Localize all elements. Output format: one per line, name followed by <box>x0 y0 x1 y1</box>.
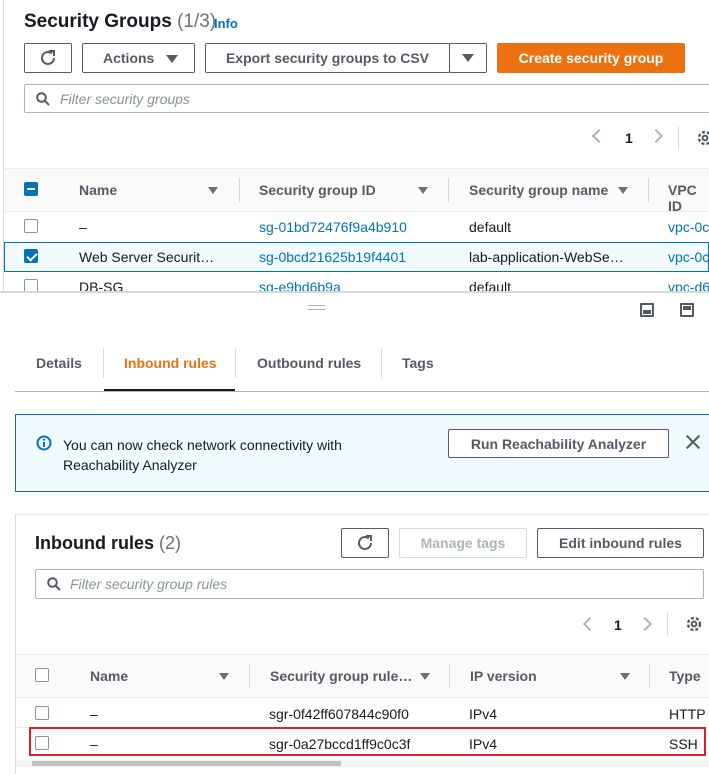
edit-inbound-rules-button[interactable]: Edit inbound rules <box>537 528 704 558</box>
export-label: Export security groups to CSV <box>225 50 430 66</box>
sort-icon[interactable] <box>418 187 428 194</box>
split-panel-divider[interactable] <box>0 291 709 293</box>
column-header-name[interactable]: Name <box>79 182 117 198</box>
banner-line-2: Reachability Analyzer <box>63 457 197 473</box>
table-row[interactable]: – sgr-0f42ff607844c90f0 IPv4 HTTP <box>16 698 709 728</box>
refresh-icon <box>41 50 55 65</box>
cell-sg-name: default <box>469 219 512 235</box>
horizontal-scrollbar[interactable] <box>16 760 709 767</box>
cell-vpc-link[interactable]: vpc-0c <box>668 219 709 235</box>
scrollbar-thumb[interactable] <box>32 761 341 766</box>
info-circle-icon <box>36 435 52 451</box>
column-header-sg-id[interactable]: Security group ID <box>259 182 376 198</box>
refresh-button[interactable] <box>24 43 72 73</box>
column-header-vpc[interactable]: VPC ID <box>668 182 709 214</box>
info-banner: You can now check network connectivity w… <box>15 414 709 492</box>
run-reachability-analyzer-button[interactable]: Run Reachability Analyzer <box>448 429 669 458</box>
table-row[interactable]: DB-SG sg-e9bd6b9a default vpc-d6 <box>4 272 709 292</box>
settings-gear-icon[interactable] <box>685 615 703 633</box>
highlight-box <box>29 727 706 756</box>
inbound-rules-heading: Inbound rules (2) <box>35 533 181 554</box>
selection-count: (1/3) <box>177 11 217 32</box>
table-row-selected[interactable]: Web Server Securit… sg-0bcd21625b19f4401… <box>4 242 709 272</box>
page-number[interactable]: 1 <box>614 617 622 633</box>
banner-message: You can now check network connectivity w… <box>63 435 342 475</box>
cell-ip-version: IPv4 <box>469 706 498 722</box>
column-header-ip-version[interactable]: IP version <box>470 668 537 684</box>
row-checkbox[interactable] <box>35 706 49 720</box>
rules-search[interactable]: Filter security group rules <box>35 569 704 599</box>
security-group-search[interactable]: Filter security groups <box>24 84 709 113</box>
export-csv-button[interactable]: Export security groups to CSV <box>205 43 450 73</box>
search-placeholder: Filter security groups <box>60 91 190 107</box>
cell-name: Web Server Securit… <box>79 249 215 265</box>
refresh-rules-button[interactable] <box>341 528 389 558</box>
search-icon <box>47 577 61 591</box>
caret-down-icon <box>166 55 178 63</box>
select-all-checkbox[interactable] <box>35 668 49 682</box>
create-security-group-button[interactable]: Create security group <box>497 43 685 73</box>
row-checkbox[interactable] <box>24 249 38 263</box>
search-icon <box>36 92 50 106</box>
info-link[interactable]: Info <box>214 16 238 31</box>
column-header-type[interactable]: Type <box>669 668 701 684</box>
run-reachability-label: Run Reachability Analyzer <box>470 435 647 452</box>
split-bottom-icon[interactable] <box>640 303 654 317</box>
cell-sg-id-link[interactable]: sg-01bd72476f9a4b910 <box>259 219 407 235</box>
sort-icon[interactable] <box>219 673 229 680</box>
sort-icon[interactable] <box>618 187 628 194</box>
sort-icon[interactable] <box>420 673 430 680</box>
actions-dropdown[interactable]: Actions <box>82 43 195 73</box>
inbound-count: (2) <box>159 533 182 553</box>
settings-gear-icon[interactable] <box>696 129 709 147</box>
edit-inbound-label: Edit inbound rules <box>559 535 682 551</box>
create-label: Create security group <box>518 50 664 66</box>
search-placeholder: Filter security group rules <box>70 576 228 592</box>
page-title-text: Security Groups <box>24 11 172 32</box>
cell-name: – <box>90 706 98 722</box>
banner-line-1: You can now check network connectivity w… <box>63 437 342 453</box>
drag-handle-icon[interactable] <box>308 305 325 310</box>
column-header-name[interactable]: Name <box>90 668 128 684</box>
sort-icon[interactable] <box>208 187 218 194</box>
column-header-rule-id[interactable]: Security group rule… <box>270 668 412 684</box>
export-dropdown-toggle[interactable] <box>449 43 487 73</box>
table-row[interactable]: – sg-01bd72476f9a4b910 default vpc-0c <box>4 212 709 242</box>
page-title: Security Groups (1/3) <box>24 11 216 33</box>
caret-down-icon <box>462 54 474 62</box>
cell-sg-name: lab-application-WebSe… <box>469 249 624 265</box>
sort-icon[interactable] <box>620 673 630 680</box>
cell-sg-id-link[interactable]: sg-0bcd21625b19f4401 <box>259 249 406 265</box>
cell-name: – <box>79 219 87 235</box>
row-checkbox[interactable] <box>24 219 38 233</box>
cell-vpc-link[interactable]: vpc-0c <box>668 249 709 265</box>
split-side-icon[interactable] <box>680 303 694 317</box>
manage-tags-button[interactable]: Manage tags <box>399 528 527 558</box>
inbound-title: Inbound rules <box>35 533 154 553</box>
actions-label: Actions <box>103 50 155 66</box>
tab-inbound-rules[interactable]: Inbound rules <box>124 355 217 371</box>
tab-tags[interactable]: Tags <box>402 355 434 371</box>
close-icon[interactable] <box>685 434 701 450</box>
cell-rule-id: sgr-0f42ff607844c90f0 <box>269 706 409 722</box>
page-number[interactable]: 1 <box>625 130 633 146</box>
manage-tags-label: Manage tags <box>420 535 506 551</box>
tab-outbound-rules[interactable]: Outbound rules <box>257 355 361 371</box>
select-all-checkbox[interactable] <box>24 182 38 196</box>
column-header-sg-name[interactable]: Security group name <box>469 182 608 198</box>
cell-type: HTTP <box>669 706 706 722</box>
tab-details[interactable]: Details <box>36 355 82 371</box>
refresh-icon <box>358 535 372 550</box>
